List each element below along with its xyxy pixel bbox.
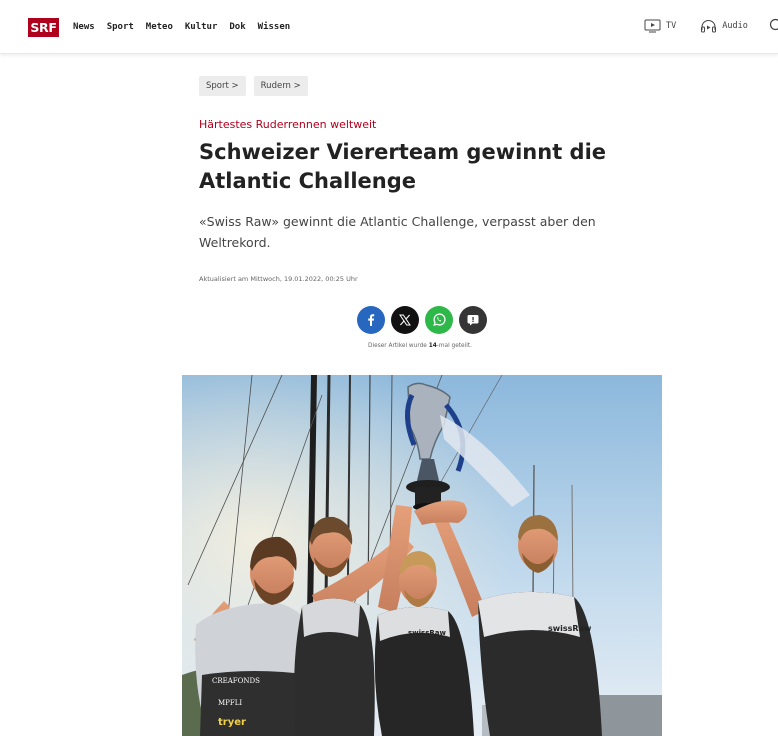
shirt-logo-four: swissRaw xyxy=(548,624,592,633)
tv-label: TV xyxy=(666,21,677,31)
search-icon[interactable] xyxy=(769,18,778,34)
srf-logo[interactable]: SRF xyxy=(28,18,59,37)
main-nav: News Sport Meteo Kultur Dok Wissen xyxy=(73,20,290,34)
whatsapp-icon xyxy=(433,313,446,326)
share-facebook-button[interactable] xyxy=(357,306,385,334)
nav-link-kultur[interactable]: Kultur xyxy=(185,20,218,34)
tv-link[interactable]: TV xyxy=(644,19,676,33)
nav-link-wissen[interactable]: Wissen xyxy=(258,20,291,34)
article-dateline: Aktualisiert am Mittwoch, 19.01.2022, 00… xyxy=(199,275,358,283)
breadcrumb-sport[interactable]: Sport > xyxy=(199,76,246,96)
shirt-sponsor-one: CREAFONDS xyxy=(212,677,260,685)
comment-icon xyxy=(467,315,479,326)
share-note-prefix: Dieser Artikel wurde xyxy=(368,343,429,349)
media-nav: TV Audio xyxy=(644,18,778,34)
tv-icon xyxy=(644,19,661,33)
nav-link-news[interactable]: News xyxy=(73,20,95,34)
headphones-icon xyxy=(701,20,717,33)
nav-link-meteo[interactable]: Meteo xyxy=(146,20,173,34)
share-buttons xyxy=(357,306,487,334)
breadcrumb: Sport > Rudern > xyxy=(199,76,308,96)
shirt-logo-three: swissRaw xyxy=(408,629,446,637)
shirt-sponsor-three: tryer xyxy=(218,717,246,728)
article-lead: «Swiss Raw» gewinnt die Atlantic Challen… xyxy=(199,214,596,250)
share-comment-button[interactable] xyxy=(459,306,487,334)
audio-label: Audio xyxy=(722,21,748,31)
top-navigation-bar: SRF News Sport Meteo Kultur Dok Wissen T… xyxy=(0,0,778,54)
share-x-button[interactable] xyxy=(391,306,419,334)
rowing-team-trophy-photo: swissRaw swissRaw CREAFONDS MPFLI tryer xyxy=(182,375,662,736)
x-icon xyxy=(399,314,411,326)
nav-link-sport[interactable]: Sport xyxy=(107,20,134,34)
breadcrumb-rudern[interactable]: Rudern > xyxy=(253,76,308,96)
facebook-icon xyxy=(368,314,375,326)
share-count: 14 xyxy=(428,343,437,349)
article-kicker: Härtestes Ruderrennen weltweit xyxy=(199,118,377,131)
audio-link[interactable]: Audio xyxy=(700,19,748,33)
share-whatsapp-button[interactable] xyxy=(425,306,453,334)
nav-link-dok[interactable]: Dok xyxy=(229,20,245,34)
share-note-suffix: -mal geteilt. xyxy=(436,343,472,349)
article-hero-image[interactable]: swissRaw swissRaw CREAFONDS MPFLI tryer xyxy=(182,375,662,736)
shirt-sponsor-two: MPFLI xyxy=(218,699,242,707)
article-headline: Schweizer Viererteam gewinnt die Atlanti… xyxy=(199,140,607,193)
share-count-note: Dieser Artikel wurde 14-mal geteilt. xyxy=(343,343,497,349)
